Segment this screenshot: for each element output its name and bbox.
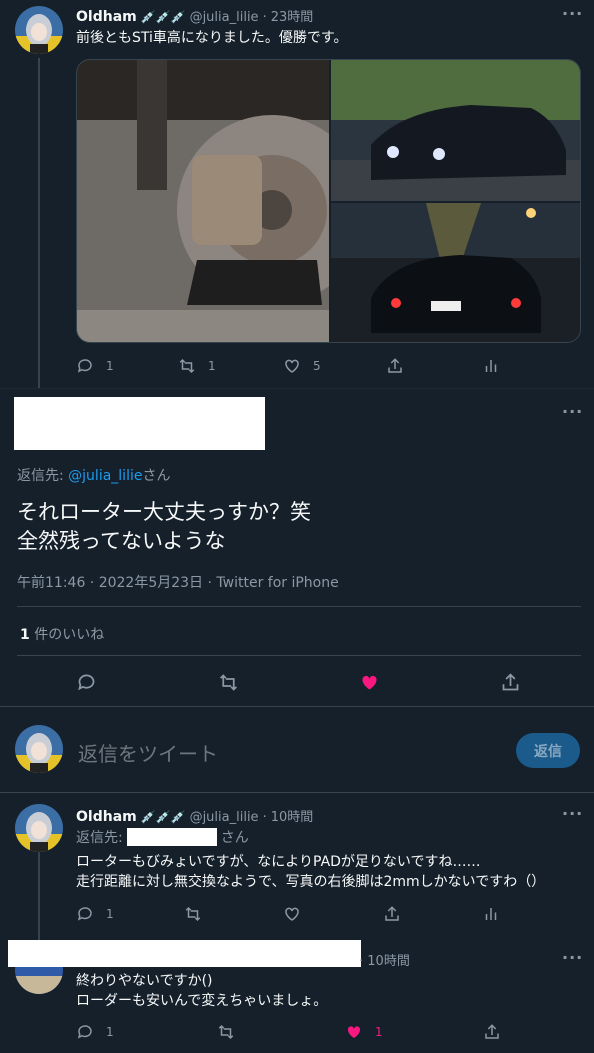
thread-line — [38, 58, 40, 388]
analytics-button[interactable] — [482, 905, 500, 923]
more-icon[interactable]: ··· — [562, 804, 583, 823]
tweet-meta[interactable]: 午前11:46 · 2022年5月23日 · Twitter for iPhon… — [17, 572, 339, 592]
focused-bg-top — [0, 388, 594, 389]
thread-line — [38, 852, 40, 942]
more-icon[interactable]: ··· — [562, 948, 583, 967]
tweet-time[interactable]: 23時間 — [271, 6, 314, 25]
likes-summary-count: 1 — [20, 627, 30, 643]
author-handle[interactable]: @julia_lilie — [190, 810, 259, 825]
reply-icon — [77, 907, 92, 921]
reply-button[interactable]: 1 — [76, 357, 114, 375]
reply-icon — [77, 359, 92, 373]
reply-submit-button[interactable]: 返信 — [516, 733, 580, 768]
like-button[interactable] — [283, 905, 301, 923]
share-icon — [385, 906, 399, 921]
divider — [0, 792, 594, 793]
retweet-button[interactable] — [184, 905, 202, 923]
tweet-text-line1: 終わりやないですか() — [76, 973, 213, 989]
tweet-text-line1: ローターもびみょいですが、なによりPADが足りないですね…… — [76, 854, 481, 870]
reply-count: 1 — [106, 1025, 114, 1039]
tweet-time[interactable]: 10時間 — [271, 806, 314, 825]
share-button[interactable] — [483, 1023, 501, 1041]
redacted-author — [8, 940, 361, 967]
heart-filled-icon — [347, 1026, 361, 1038]
composer-avatar[interactable] — [15, 725, 63, 773]
retweet-icon — [185, 906, 201, 922]
heart-icon — [285, 359, 299, 373]
analytics-button[interactable] — [482, 357, 500, 375]
media-grid[interactable] — [76, 59, 581, 343]
reply-count: 1 — [106, 359, 114, 373]
retweet-icon — [179, 358, 195, 374]
reply-button[interactable]: 1 — [76, 1023, 114, 1041]
divider — [17, 606, 581, 607]
photo-car-front-night[interactable] — [331, 60, 580, 201]
focused-text-line2: 全然残ってないような — [17, 529, 226, 553]
divider — [0, 706, 594, 707]
share-icon — [485, 1024, 499, 1039]
analytics-icon — [485, 360, 497, 372]
photo-brake-rotor[interactable] — [77, 60, 329, 342]
like-button-active[interactable]: 1 — [345, 1023, 383, 1041]
heart-filled-icon — [362, 675, 377, 690]
likes-summary[interactable]: 1 件のいいね — [20, 624, 104, 644]
tweet-text: 前後ともSTi車高になりました。優勝です。 — [76, 30, 348, 46]
retweet-button[interactable] — [217, 1023, 235, 1041]
share-button[interactable] — [383, 905, 401, 923]
share-icon — [388, 358, 402, 373]
share-icon — [502, 673, 519, 691]
retweet-icon — [220, 674, 237, 691]
author-emoji: 💉💉💉 — [140, 810, 186, 824]
retweet-icon — [218, 1024, 234, 1040]
like-count: 5 — [313, 359, 321, 373]
retweet-button[interactable]: 1 — [178, 357, 216, 375]
reply-to-handle[interactable]: @julia_lilie — [68, 468, 142, 484]
reply-icon — [78, 674, 95, 691]
avatar[interactable] — [15, 804, 63, 852]
focused-text-line1: それローター大丈夫っすか？笑 — [17, 500, 311, 524]
author-emoji: 💉💉💉 — [140, 10, 186, 24]
reply-button[interactable]: 1 — [76, 905, 114, 923]
likes-summary-label: 件のいいね — [34, 627, 105, 643]
analytics-icon — [485, 908, 497, 920]
retweet-button[interactable] — [218, 672, 239, 693]
tweet-time[interactable]: 10時間 — [367, 954, 410, 969]
reply-to-label: 返信先: — [76, 830, 123, 846]
redacted-handle — [126, 828, 217, 846]
like-count: 1 — [375, 1025, 383, 1039]
more-icon[interactable]: ··· — [562, 402, 583, 421]
reply-count: 1 — [106, 907, 114, 921]
reply-icon — [77, 1025, 92, 1039]
share-button[interactable] — [386, 357, 404, 375]
avatar[interactable] — [15, 6, 63, 54]
photo-car-rear-night[interactable] — [331, 203, 580, 342]
share-button[interactable] — [500, 672, 521, 693]
reply-to-label: 返信先: — [17, 468, 69, 484]
reply-button[interactable] — [76, 672, 97, 693]
redacted-author — [14, 397, 265, 450]
author-name[interactable]: Oldham — [76, 809, 137, 825]
author-handle[interactable]: @julia_lilie — [190, 10, 259, 25]
like-button-active[interactable] — [359, 672, 380, 693]
heart-icon — [285, 907, 299, 921]
like-button[interactable]: 5 — [283, 357, 321, 375]
retweet-count: 1 — [208, 359, 216, 373]
more-icon[interactable]: ··· — [562, 4, 583, 23]
author-name[interactable]: Oldham — [76, 9, 137, 25]
reply-input[interactable]: 返信をツイート — [78, 738, 218, 767]
tweet-text-line2: 走行距離に対し無交換なようで、写真の右後脚は2mmしかないですわ（） — [76, 874, 546, 890]
tweet-text-line2: ローダーも安いんで変えちゃいましょ。 — [76, 993, 328, 1009]
reply-to-suffix: さん — [142, 468, 171, 484]
reply-to-suffix: さん — [220, 830, 249, 846]
divider — [17, 655, 581, 656]
